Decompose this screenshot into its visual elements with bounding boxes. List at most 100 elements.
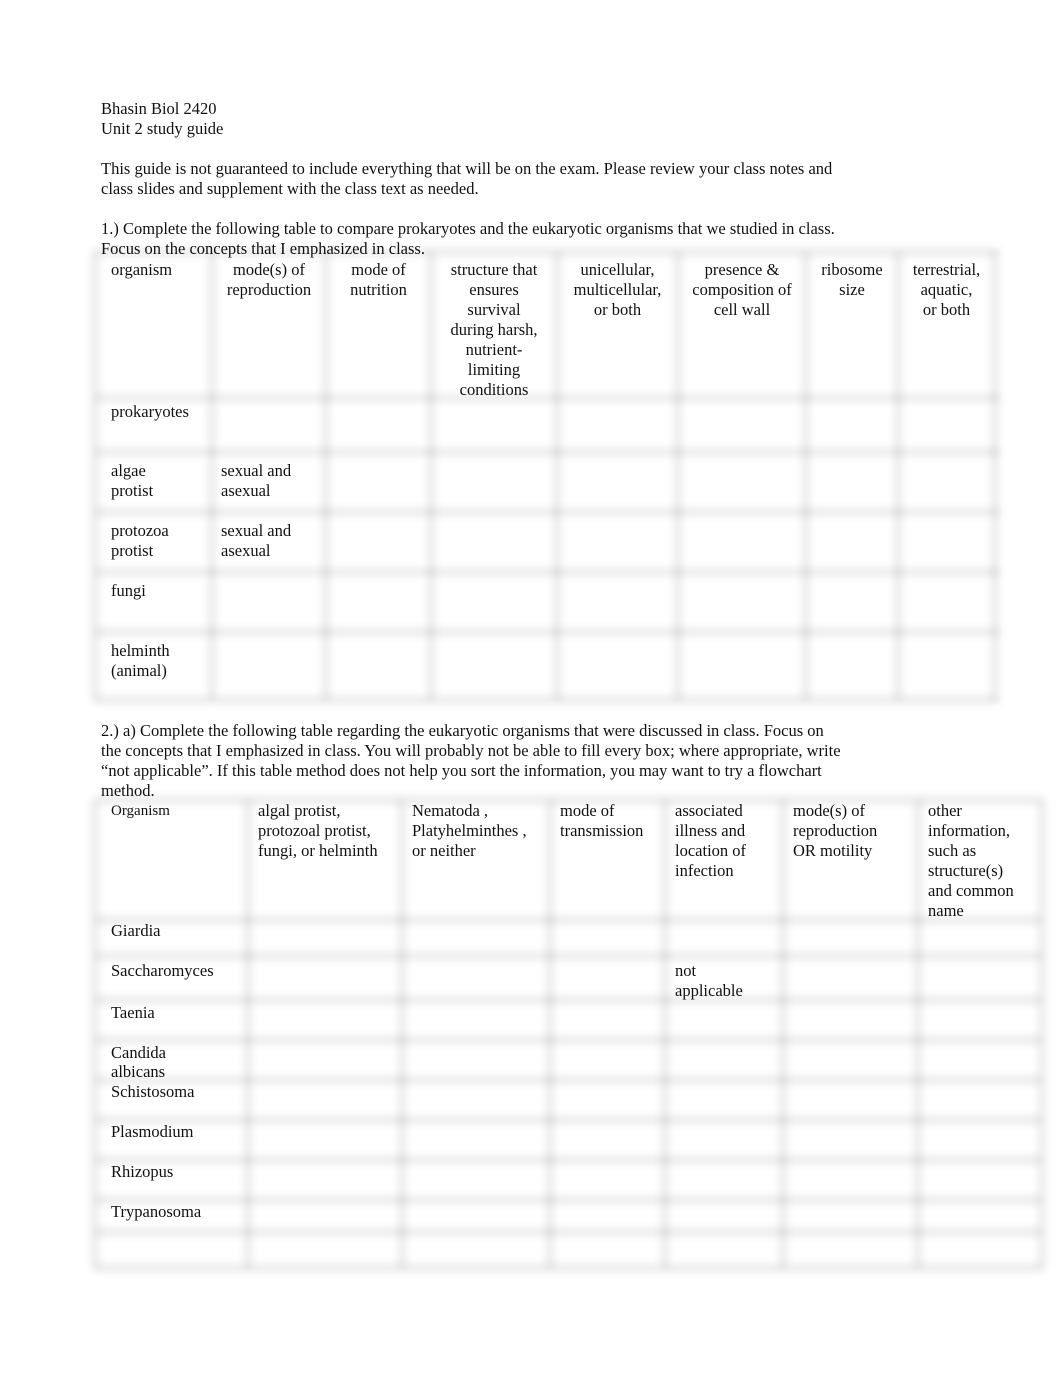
table-cell[interactable] [557, 398, 678, 452]
table-cell[interactable] [665, 1232, 783, 1268]
table-cell[interactable] [402, 1200, 550, 1232]
table-cell[interactable] [898, 452, 995, 512]
table-cell[interactable] [665, 1200, 783, 1232]
table-cell[interactable] [431, 452, 557, 512]
table-cell[interactable] [431, 572, 557, 632]
table-cell[interactable] [678, 572, 806, 632]
table-cell[interactable] [550, 1040, 665, 1080]
table-cell[interactable] [783, 1160, 918, 1200]
table-cell[interactable] [431, 632, 557, 700]
table-cell[interactable] [326, 512, 431, 572]
table-cell[interactable] [402, 1160, 550, 1200]
table-cell[interactable] [248, 1080, 402, 1120]
table-cell[interactable] [783, 956, 918, 1000]
table-cell[interactable] [918, 1200, 1042, 1232]
table-cell[interactable] [212, 572, 326, 632]
table-cell[interactable] [898, 632, 995, 700]
table-cell[interactable] [248, 1232, 402, 1268]
table-cell[interactable] [402, 920, 550, 956]
table-cell[interactable] [783, 920, 918, 956]
column-header-line: mode(s) of [233, 260, 305, 279]
table-cell[interactable] [550, 1232, 665, 1268]
table-cell[interactable] [248, 956, 402, 1000]
table-cell[interactable] [550, 956, 665, 1000]
table-cell[interactable] [326, 572, 431, 632]
table-cell[interactable] [402, 1000, 550, 1040]
table-cell[interactable] [678, 452, 806, 512]
table-cell[interactable] [665, 920, 783, 956]
table-cell[interactable] [550, 1120, 665, 1160]
table-cell[interactable] [665, 1120, 783, 1160]
table-cell[interactable] [550, 920, 665, 956]
table-cell[interactable] [248, 1160, 402, 1200]
table-cell[interactable] [665, 1000, 783, 1040]
table-cell[interactable] [212, 632, 326, 700]
table-cell[interactable] [248, 920, 402, 956]
table-cell[interactable] [918, 1160, 1042, 1200]
table-cell[interactable] [248, 1120, 402, 1160]
table-cell[interactable] [806, 452, 898, 512]
column-header-line: transmission [560, 821, 644, 840]
table-cell[interactable] [248, 1000, 402, 1040]
column-header-line: cell wall [713, 300, 771, 319]
course-name: Bhasin Biol 2420 [101, 99, 217, 118]
table-cell[interactable] [212, 452, 326, 512]
column-header-line: infection [675, 861, 734, 880]
table-cell[interactable] [783, 1040, 918, 1080]
table-cell[interactable] [550, 1000, 665, 1040]
table-cell[interactable] [678, 632, 806, 700]
table-cell[interactable] [212, 398, 326, 452]
table-cell[interactable] [918, 956, 1042, 1000]
table-cell[interactable] [806, 398, 898, 452]
table-cell[interactable] [806, 512, 898, 572]
table-cell[interactable] [665, 956, 783, 1000]
table-cell[interactable] [898, 512, 995, 572]
table-cell[interactable] [678, 398, 806, 452]
table-cell[interactable] [783, 1000, 918, 1040]
table-cell[interactable] [918, 1080, 1042, 1120]
table-cell[interactable] [918, 920, 1042, 956]
table-cell[interactable] [918, 1040, 1042, 1080]
table-cell[interactable] [431, 512, 557, 572]
table-cell[interactable] [326, 398, 431, 452]
column-header-line: associated [675, 801, 743, 820]
column-header-line: conditions [459, 380, 529, 399]
table-cell[interactable] [557, 572, 678, 632]
table-cell[interactable] [678, 512, 806, 572]
table-cell[interactable] [918, 1000, 1042, 1040]
table-cell[interactable] [402, 956, 550, 1000]
table-cell[interactable] [212, 512, 326, 572]
table-cell[interactable] [783, 1200, 918, 1232]
table-cell[interactable] [557, 632, 678, 700]
table-cell[interactable] [806, 632, 898, 700]
table-cell[interactable] [431, 398, 557, 452]
table-cell[interactable] [783, 1080, 918, 1120]
table-cell[interactable] [918, 1120, 1042, 1160]
table-cell[interactable] [665, 1040, 783, 1080]
table-cell[interactable] [898, 398, 995, 452]
row-organism: Giardia [111, 921, 246, 941]
table-cell[interactable] [248, 1040, 402, 1080]
table-cell[interactable] [665, 1160, 783, 1200]
table-cell[interactable] [402, 1040, 550, 1080]
table-cell[interactable] [898, 572, 995, 632]
table-cell[interactable] [402, 1120, 550, 1160]
table-cell[interactable] [557, 512, 678, 572]
table-cell[interactable] [326, 452, 431, 512]
table-cell[interactable] [806, 572, 898, 632]
table-cell[interactable] [550, 1080, 665, 1120]
table-cell[interactable] [248, 1200, 402, 1232]
column-header-line: Platyhelminthes , [412, 821, 527, 840]
table-cell[interactable] [550, 1200, 665, 1232]
table-cell[interactable] [783, 1232, 918, 1268]
table-cell[interactable] [402, 1080, 550, 1120]
table-cell[interactable] [665, 1080, 783, 1120]
table-cell[interactable] [326, 632, 431, 700]
table-cell[interactable] [557, 452, 678, 512]
prompt-line: 2.) a) Complete the following table rega… [101, 721, 824, 740]
column-header-line: algal protist, [258, 801, 341, 820]
table-cell[interactable] [783, 1120, 918, 1160]
table-cell[interactable] [918, 1232, 1042, 1268]
table-cell[interactable] [550, 1160, 665, 1200]
table-cell[interactable] [402, 1232, 550, 1268]
